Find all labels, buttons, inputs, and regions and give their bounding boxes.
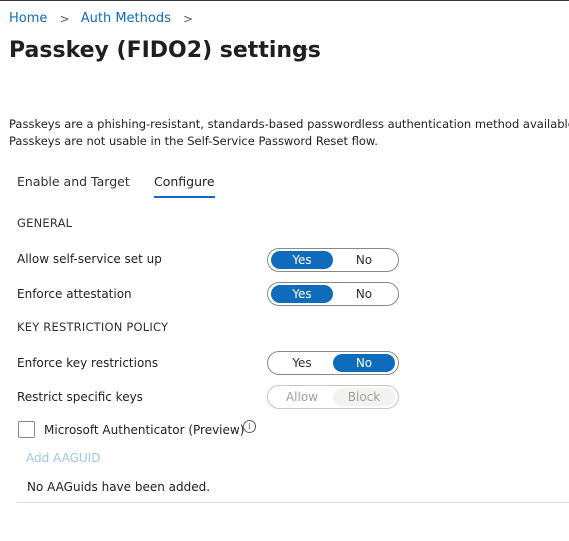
enforce-key-restrictions-label: Enforce key restrictions: [17, 356, 159, 370]
enforce-attestation-yes[interactable]: Yes: [271, 285, 333, 303]
description-line-2: Passkeys are not usable in the Self-Serv…: [9, 134, 378, 148]
aaguid-empty-message: No AAGuids have been added.: [27, 480, 211, 494]
chevron-right-icon: >: [183, 11, 194, 26]
restrict-specific-keys-allow: Allow: [285, 390, 319, 404]
enforce-attestation-label: Enforce attestation: [17, 287, 132, 301]
chevron-right-icon: >: [59, 11, 70, 26]
allow-self-service-no[interactable]: No: [333, 251, 395, 269]
restrict-specific-keys-toggle: Allow Block: [267, 385, 399, 409]
tab-enable-and-target[interactable]: Enable and Target: [17, 174, 130, 196]
section-heading-key-restriction: KEY RESTRICTION POLICY: [17, 320, 169, 334]
breadcrumb-home[interactable]: Home: [9, 11, 47, 26]
breadcrumb: Home > Auth Methods >: [9, 11, 200, 26]
description-line-1: Passkeys are a phishing-resistant, stand…: [9, 117, 569, 131]
enforce-key-restrictions-yes[interactable]: Yes: [271, 354, 333, 372]
allow-self-service-label: Allow self-service set up: [17, 252, 162, 266]
allow-self-service-yes[interactable]: Yes: [271, 251, 333, 269]
restrict-specific-keys-block: Block: [333, 388, 395, 406]
enforce-key-restrictions-toggle[interactable]: Yes No: [267, 351, 399, 375]
divider: [17, 502, 569, 503]
section-heading-general: GENERAL: [17, 216, 73, 230]
enforce-attestation-no[interactable]: No: [333, 285, 395, 303]
microsoft-authenticator-checkbox[interactable]: [18, 421, 35, 438]
more-options-icon[interactable]: ···: [299, 42, 315, 58]
enforce-key-restrictions-no[interactable]: No: [333, 354, 395, 372]
page-title: Passkey (FIDO2) settings: [9, 38, 321, 63]
enforce-attestation-toggle[interactable]: Yes No: [267, 282, 399, 306]
info-icon[interactable]: i: [243, 420, 256, 433]
tab-configure[interactable]: Configure: [154, 174, 215, 198]
microsoft-authenticator-label: Microsoft Authenticator (Preview): [44, 423, 245, 437]
page-description: Passkeys are a phishing-resistant, stand…: [9, 116, 569, 150]
restrict-specific-keys-label: Restrict specific keys: [17, 390, 143, 404]
top-border: [0, 0, 569, 1]
add-aaguid-link: Add AAGUID: [26, 451, 101, 465]
breadcrumb-auth-methods[interactable]: Auth Methods: [81, 11, 171, 26]
allow-self-service-toggle[interactable]: Yes No: [267, 248, 399, 272]
